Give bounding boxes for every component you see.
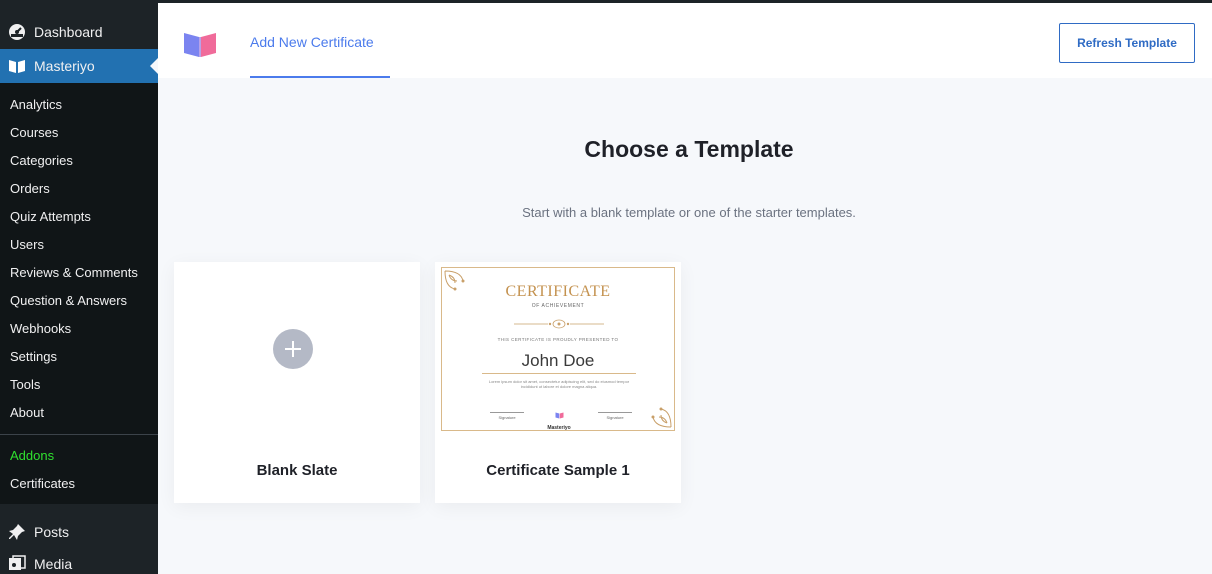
submenu-item-certificates[interactable]: Certificates <box>0 470 158 498</box>
certificate-presented-text: THIS CERTIFICATE IS PROUDLY PRESENTED TO <box>497 337 619 342</box>
submenu-item-tools[interactable]: Tools <box>0 371 158 399</box>
submenu-item-orders[interactable]: Orders <box>0 175 158 203</box>
template-card-blank-slate[interactable]: Blank Slate <box>174 262 420 503</box>
submenu-item-courses[interactable]: Courses <box>0 119 158 147</box>
sidebar-item-dashboard[interactable]: Dashboard <box>0 17 158 47</box>
submenu-item-webhooks[interactable]: Webhooks <box>0 315 158 343</box>
tab-add-new-certificate[interactable]: Add New Certificate <box>250 3 390 78</box>
sidebar-item-posts[interactable]: Posts <box>0 516 158 548</box>
certificate-preview: CERTIFICATE OF ACHIEVEMENT THIS CERTIFIC… <box>441 267 675 431</box>
template-card-title: Blank Slate <box>256 462 338 479</box>
sidebar-item-label: Masteriyo <box>34 58 95 74</box>
sidebar-item-masteriyo[interactable]: Masteriyo <box>0 49 158 83</box>
masteriyo-book-icon <box>7 56 27 76</box>
submenu-item-settings[interactable]: Settings <box>0 343 158 371</box>
name-underline <box>482 373 636 374</box>
submenu-item-analytics[interactable]: Analytics <box>0 91 158 119</box>
sidebar-item-label: Posts <box>34 524 70 540</box>
submenu-item-users[interactable]: Users <box>0 231 158 259</box>
active-tab-indicator <box>250 76 390 78</box>
admin-sidebar: Dashboard Masteriyo Analytics Courses Ca… <box>0 3 158 574</box>
dashboard-icon <box>7 22 27 42</box>
submenu-item-about[interactable]: About <box>0 399 158 427</box>
refresh-template-button[interactable]: Refresh Template <box>1059 23 1195 63</box>
masteriyo-submenu: Analytics Courses Categories Orders Quiz… <box>0 83 158 504</box>
sidebar-item-label: Dashboard <box>34 24 103 40</box>
page-title: Choose a Template <box>584 136 794 162</box>
pin-icon <box>7 522 27 542</box>
media-icon <box>7 554 27 574</box>
template-card-certificate-sample-1[interactable]: CERTIFICATE OF ACHIEVEMENT THIS CERTIFIC… <box>435 262 681 503</box>
corner-ornament-icon <box>651 407 672 428</box>
template-card-title: Certificate Sample 1 <box>486 462 630 479</box>
page-header: Add New Certificate Refresh Template <box>158 3 1212 78</box>
signature-left: Signature <box>490 412 524 420</box>
certificate-subtitle: OF ACHIEVEMENT <box>531 303 585 309</box>
certificate-title: CERTIFICATE <box>505 283 611 300</box>
submenu-item-categories[interactable]: Categories <box>0 147 158 175</box>
masteriyo-logo-icon <box>555 412 563 419</box>
submenu-item-quiz-attempts[interactable]: Quiz Attempts <box>0 203 158 231</box>
plus-icon <box>273 329 313 369</box>
sidebar-item-media[interactable]: Media <box>0 548 158 574</box>
submenu-divider <box>0 434 158 435</box>
masteriyo-logo-icon <box>182 27 218 59</box>
certificate-recipient-name: John Doe <box>521 351 595 370</box>
submenu-item-addons[interactable]: Addons <box>0 442 158 470</box>
submenu-item-reviews-comments[interactable]: Reviews & Comments <box>0 259 158 287</box>
certificate-body-text: Lorem ipsum dolor sit amet, consectetur … <box>488 379 630 389</box>
certificate-brand: Masteriyo <box>544 407 574 431</box>
submenu-item-question-answers[interactable]: Question & Answers <box>0 287 158 315</box>
divider-ornament-icon <box>514 319 604 329</box>
page-subtitle: Start with a blank template or one of th… <box>522 205 856 220</box>
tab-label: Add New Certificate <box>250 34 374 50</box>
sidebar-item-label: Media <box>34 556 73 572</box>
certificate-brand-name: Masteriyo <box>547 425 571 431</box>
signature-right: Signature <box>598 412 632 420</box>
